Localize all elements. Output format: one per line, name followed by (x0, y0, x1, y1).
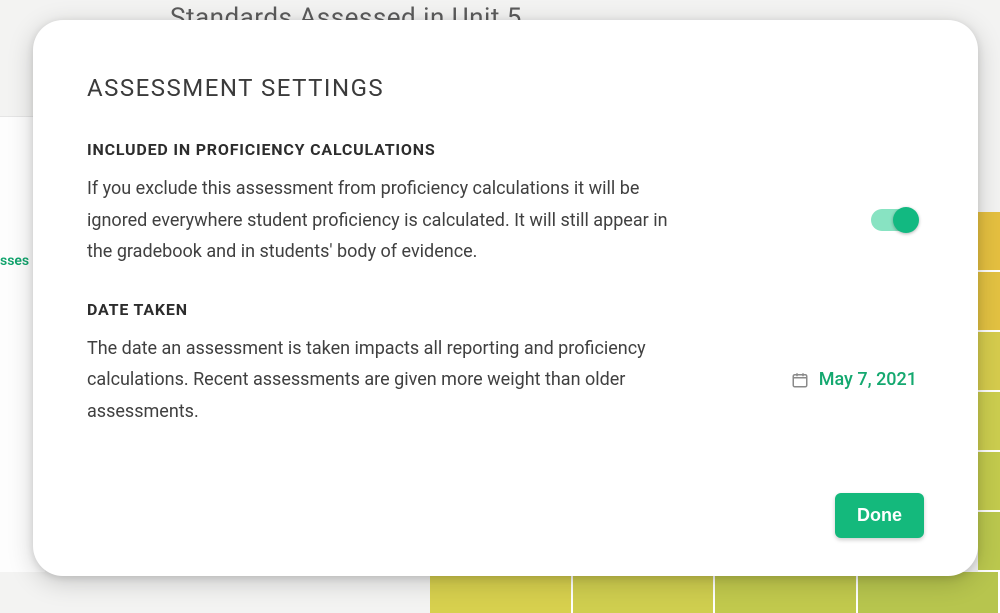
modal-title: Assessment Settings (87, 74, 924, 102)
calendar-icon (791, 371, 809, 389)
proficiency-description: If you exclude this assessment from prof… (87, 173, 687, 268)
section-title-date: Date Taken (87, 300, 924, 319)
toggle-knob (893, 207, 919, 233)
bg-heat-row (430, 572, 1000, 613)
done-button[interactable]: Done (835, 493, 924, 538)
bg-sidebar-text-fragment: sses (0, 253, 29, 269)
date-description: The date an assessment is taken impacts … (87, 333, 687, 428)
date-taken-picker[interactable]: May 7, 2021 (819, 369, 917, 390)
section-title-proficiency: Included in Proficiency Calculations (87, 140, 924, 159)
assessment-settings-modal: Assessment Settings Included in Proficie… (33, 20, 978, 576)
include-in-proficiency-toggle[interactable] (871, 209, 917, 231)
bg-heat-column (978, 212, 1000, 572)
